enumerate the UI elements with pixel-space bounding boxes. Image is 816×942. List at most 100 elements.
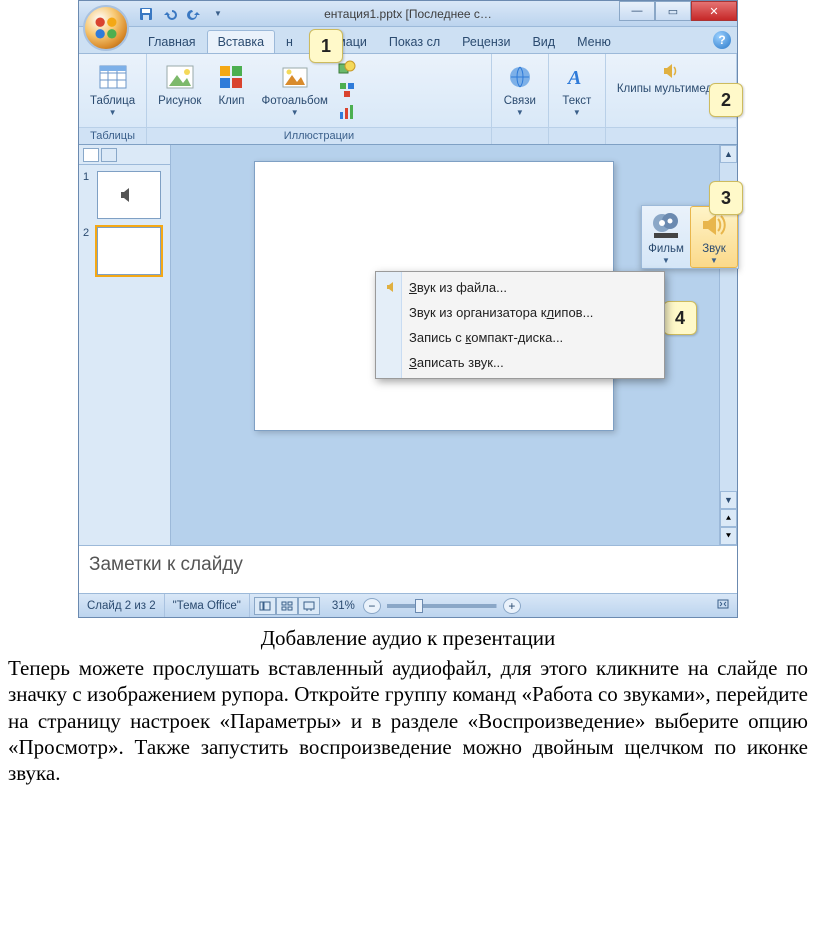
group-illustrations-label: Иллюстрации (147, 127, 491, 144)
scroll-down-button[interactable]: ▼ (720, 491, 737, 509)
text-label: Текст (562, 95, 591, 107)
zoom-knob[interactable] (415, 599, 423, 613)
chart-button[interactable] (337, 102, 357, 122)
status-slide: Слайд 2 из 2 (79, 594, 165, 617)
office-button[interactable] (83, 5, 129, 51)
next-slide-button[interactable]: ⯆ (720, 527, 737, 545)
pane-tabs (79, 145, 170, 165)
scroll-up-button[interactable]: ▲ (720, 145, 737, 163)
callout-1: 1 (309, 29, 343, 63)
thumbnail-list: 1 2 (79, 165, 170, 289)
clipart-icon (218, 64, 244, 90)
menu-item-label: Звук из файла... (409, 280, 507, 295)
menu-item-label: Звук из организатора клипов... (409, 305, 593, 320)
tab-home[interactable]: Главная (137, 30, 207, 53)
picture-button[interactable]: Рисунок (153, 58, 206, 110)
thumbnail-1[interactable]: 1 (83, 171, 166, 219)
zoom-in-button[interactable]: + (503, 598, 521, 614)
view-sorter-button[interactable] (276, 597, 298, 615)
status-theme: "Тема Office" (165, 594, 250, 617)
outline-tab[interactable] (101, 148, 117, 162)
callout-2: 2 (709, 83, 743, 117)
zoom-out-button[interactable]: − (363, 598, 381, 614)
sound-from-cd-item[interactable]: Запись с компакт-диска... (379, 325, 661, 350)
view-slideshow-button[interactable] (298, 597, 320, 615)
slides-tab[interactable] (83, 148, 99, 162)
prev-slide-button[interactable]: ⯅ (720, 509, 737, 527)
quick-access-toolbar: ▼ (137, 5, 227, 23)
view-normal-button[interactable] (254, 597, 276, 615)
notes-placeholder: Заметки к слайду (89, 554, 243, 575)
chevron-down-icon: ▼ (710, 256, 718, 265)
clipart-label: Клип (218, 95, 244, 107)
picture-label: Рисунок (158, 95, 201, 107)
undo-button[interactable] (161, 5, 179, 23)
thumb-num: 2 (83, 227, 93, 239)
help-button[interactable]: ? (713, 31, 731, 49)
textbox-icon: A (564, 64, 590, 90)
sound-dropdown-menu: Звук из файла... Звук из организатора кл… (375, 271, 665, 379)
text-button[interactable]: A Текст ▼ (555, 58, 599, 120)
group-tables: Таблица ▼ Таблицы (79, 54, 147, 144)
body-text: Теперь можете прослушать вставленный ауд… (8, 655, 808, 786)
photoalbum-button[interactable]: Фотоальбом ▼ (256, 58, 332, 120)
group-text: A Текст ▼ (549, 54, 606, 144)
fit-window-button[interactable] (717, 599, 729, 612)
group-tables-label: Таблицы (79, 127, 146, 144)
thumb-num: 1 (83, 171, 93, 183)
svg-text:A: A (566, 67, 581, 89)
tab-slideshow[interactable]: Показ сл (378, 30, 451, 53)
movie-button[interactable]: Фильм ▼ (642, 206, 690, 268)
group-links: Связи ▼ (492, 54, 549, 144)
thumbnail-2[interactable]: 2 (83, 227, 166, 275)
window-controls: — ▭ ✕ (619, 1, 737, 21)
chevron-down-icon: ▼ (109, 108, 117, 117)
links-label: Связи (504, 95, 536, 107)
slides-pane: 1 2 (79, 145, 171, 545)
movie-label: Фильм (648, 243, 684, 255)
view-normal-icon (259, 601, 271, 611)
chevron-down-icon: ▼ (573, 108, 581, 117)
redo-icon (187, 7, 201, 21)
close-button[interactable]: ✕ (691, 1, 737, 21)
photoalbum-label: Фотоальбом (261, 95, 327, 107)
group-media-label (606, 127, 736, 144)
sound-from-file-item[interactable]: Звук из файла... (379, 275, 661, 300)
qat-more-button[interactable]: ▼ (209, 5, 227, 23)
links-button[interactable]: Связи ▼ (498, 58, 542, 120)
sound-from-organizer-item[interactable]: Звук из организатора клипов... (379, 300, 661, 325)
callout-4: 4 (663, 301, 697, 335)
redo-button[interactable] (185, 5, 203, 23)
tab-menu[interactable]: Меню (566, 30, 622, 53)
sound-label: Звук (702, 243, 726, 255)
record-sound-item[interactable]: Записать звук... (379, 350, 661, 375)
chevron-down-icon: ▼ (516, 108, 524, 117)
tab-insert[interactable]: Вставка (207, 30, 275, 53)
group-text-label (549, 127, 605, 144)
office-logo-icon (92, 14, 120, 42)
window-title: ентация1.pptx [Последнее с… (324, 7, 492, 21)
smartart-button[interactable] (337, 80, 357, 100)
fit-icon (717, 599, 729, 609)
zoom-value: 31% (324, 594, 363, 617)
menu-item-label: Записать звук... (409, 355, 504, 370)
tab-review[interactable]: Рецензи (451, 30, 521, 53)
menu-item-label: Запись с компакт-диска... (409, 330, 563, 345)
status-bar: Слайд 2 из 2 "Тема Office" 31% − + (79, 593, 737, 617)
notes-pane[interactable]: Заметки к слайду (79, 545, 737, 593)
zoom-slider[interactable] (387, 604, 497, 608)
sound-button[interactable]: Звук ▼ (690, 206, 738, 268)
tab-design[interactable]: н (275, 30, 304, 53)
callout-3: 3 (709, 181, 743, 215)
tab-view[interactable]: Вид (521, 30, 566, 53)
maximize-button[interactable]: ▭ (655, 1, 691, 21)
hyperlink-icon (507, 64, 533, 90)
clipart-button[interactable]: Клип (210, 58, 252, 110)
minimize-button[interactable]: — (619, 1, 655, 21)
speaker-icon (385, 280, 399, 294)
speaker-icon (661, 61, 681, 81)
table-label: Таблица (90, 95, 135, 107)
save-button[interactable] (137, 5, 155, 23)
title-bar: ▼ ентация1.pptx [Последнее с… — ▭ ✕ (79, 1, 737, 27)
table-button[interactable]: Таблица ▼ (85, 58, 140, 120)
